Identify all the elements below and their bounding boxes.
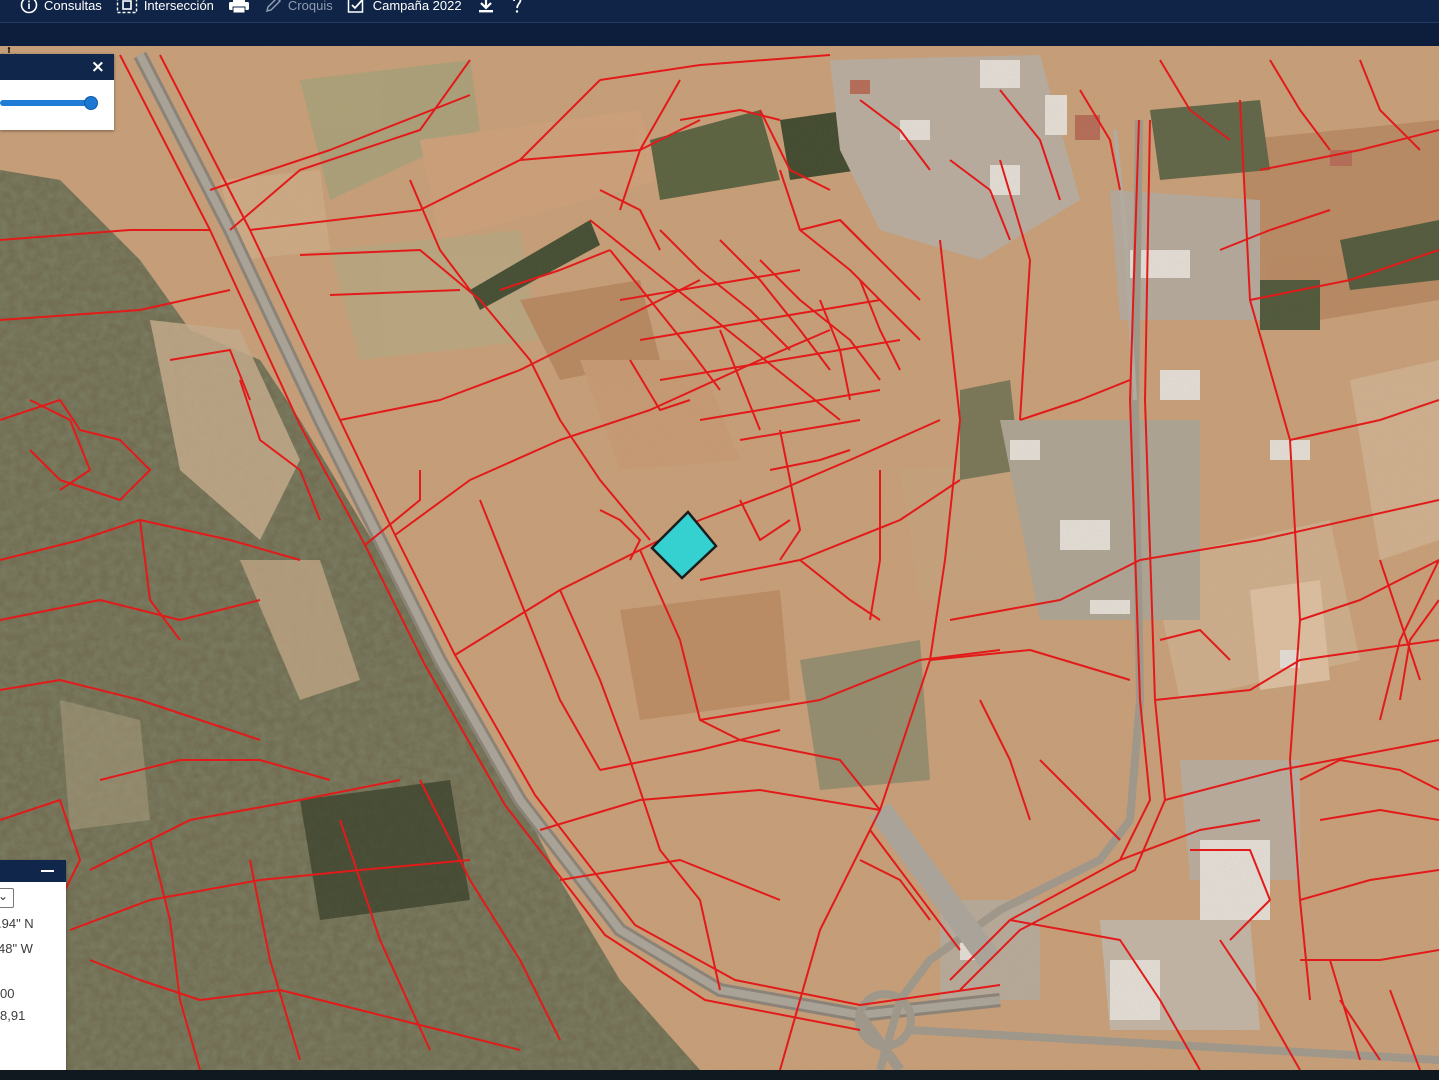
croquis-label: Croquis [287, 0, 333, 13]
campana-button[interactable]: Campaña 2022 [347, 0, 462, 14]
toolbar-lower-strip [0, 22, 1439, 46]
coordinate-y-value: 8,91 [0, 1008, 26, 1023]
print-button[interactable] [228, 0, 250, 14]
chevron-down-icon: ⌄ [0, 889, 9, 903]
print-icon [228, 0, 250, 14]
opacity-slider-handle[interactable] [84, 96, 98, 110]
coordinates-panel: ⌄ .94" N 48" W 00 8,91 [0, 860, 66, 1070]
pencil-icon [264, 0, 282, 14]
coordinate-x-value: 00 [0, 986, 15, 1001]
info-icon [20, 0, 38, 14]
coordinates-panel-header [0, 860, 66, 882]
campana-label: Campaña 2022 [372, 0, 462, 13]
croquis-button[interactable]: Croquis [264, 0, 333, 14]
longitude-value: 48" W [0, 941, 33, 956]
layer-opacity-panel: × [0, 54, 114, 130]
bottom-edge [0, 1070, 1439, 1080]
help-icon [510, 0, 524, 14]
latitude-value: .94" N [0, 916, 34, 931]
minimize-icon[interactable] [41, 870, 54, 872]
map-view[interactable] [0, 46, 1439, 1070]
toolbar-buttons: Consultas Intersección Croquis Campaña 2… [0, 0, 1439, 16]
download-icon [476, 0, 496, 14]
help-button[interactable] [510, 0, 524, 14]
download-button[interactable] [476, 0, 496, 14]
consultas-label: Consultas [44, 0, 102, 13]
intersection-icon [116, 0, 138, 14]
orthophoto-map[interactable] [0, 46, 1439, 1070]
checkbox-icon [347, 0, 367, 14]
opacity-slider-track[interactable] [0, 100, 92, 106]
close-icon[interactable]: × [91, 57, 105, 77]
consultas-button[interactable]: Consultas [20, 0, 102, 14]
interseccion-button[interactable]: Intersección [116, 0, 214, 14]
top-toolbar: Consultas Intersección Croquis Campaña 2… [0, 0, 1439, 46]
interseccion-label: Intersección [143, 0, 214, 13]
coordinate-format-select[interactable]: ⌄ [0, 888, 14, 908]
layer-panel-header: × [0, 54, 114, 80]
